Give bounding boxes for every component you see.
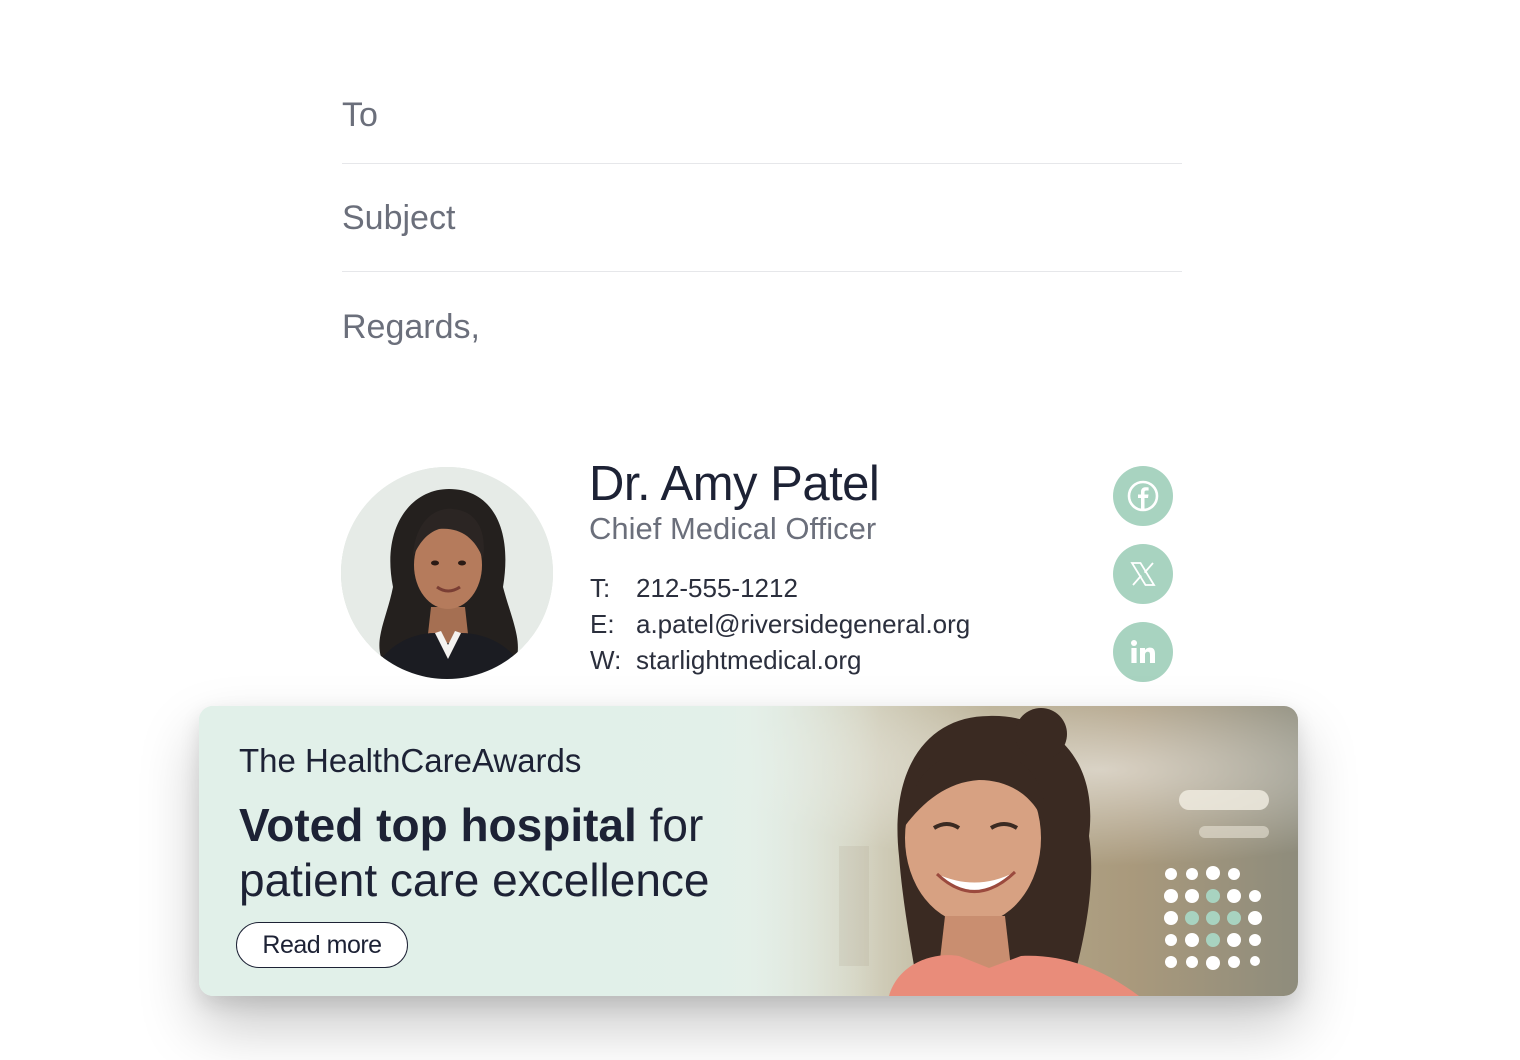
read-more-button[interactable]: Read more	[236, 922, 408, 968]
x-button[interactable]	[1113, 544, 1173, 604]
to-field[interactable]: To	[342, 80, 1182, 164]
signature-title: Chief Medical Officer	[589, 511, 877, 546]
linkedin-icon	[1131, 640, 1155, 663]
facebook-icon	[1127, 480, 1159, 512]
phone-value[interactable]: 212-555-1212	[636, 573, 798, 603]
dot-pattern-icon	[1164, 866, 1262, 970]
subject-label: Subject	[342, 199, 456, 237]
headline-rest-2: patient care excellence	[239, 854, 710, 906]
subject-field[interactable]: Subject	[342, 183, 1182, 272]
headline-bold: Voted top hospital	[239, 799, 637, 851]
email-compose-page: To Subject Regards, Dr. Amy Patel Chief …	[0, 0, 1520, 1060]
award-banner[interactable]: The HealthCareAwards Voted top hospital …	[199, 706, 1298, 996]
banner-headline: Voted top hospital for patient care excel…	[239, 798, 859, 908]
signature-name: Dr. Amy Patel	[589, 457, 880, 511]
facebook-button[interactable]	[1113, 466, 1173, 526]
headline-rest-1: for	[636, 799, 704, 851]
body-text[interactable]: Regards,	[342, 308, 480, 347]
to-label: To	[342, 96, 378, 134]
website-link[interactable]: starlightmedical.org	[636, 645, 861, 675]
email-link[interactable]: a.patel@riversidegeneral.org	[636, 609, 970, 639]
email-key: E:	[590, 609, 615, 639]
contact-web-row: W: starlightmedical.org	[590, 645, 861, 676]
contact-phone-row: T: 212-555-1212	[590, 573, 798, 604]
x-icon	[1130, 562, 1156, 586]
avatar-portrait	[341, 467, 553, 679]
web-key: W:	[590, 645, 622, 675]
banner-org: The HealthCareAwards	[239, 742, 582, 779]
phone-key: T:	[590, 573, 611, 603]
contact-email-row: E: a.patel@riversidegeneral.org	[590, 609, 970, 640]
avatar	[341, 467, 553, 679]
linkedin-button[interactable]	[1113, 622, 1173, 682]
